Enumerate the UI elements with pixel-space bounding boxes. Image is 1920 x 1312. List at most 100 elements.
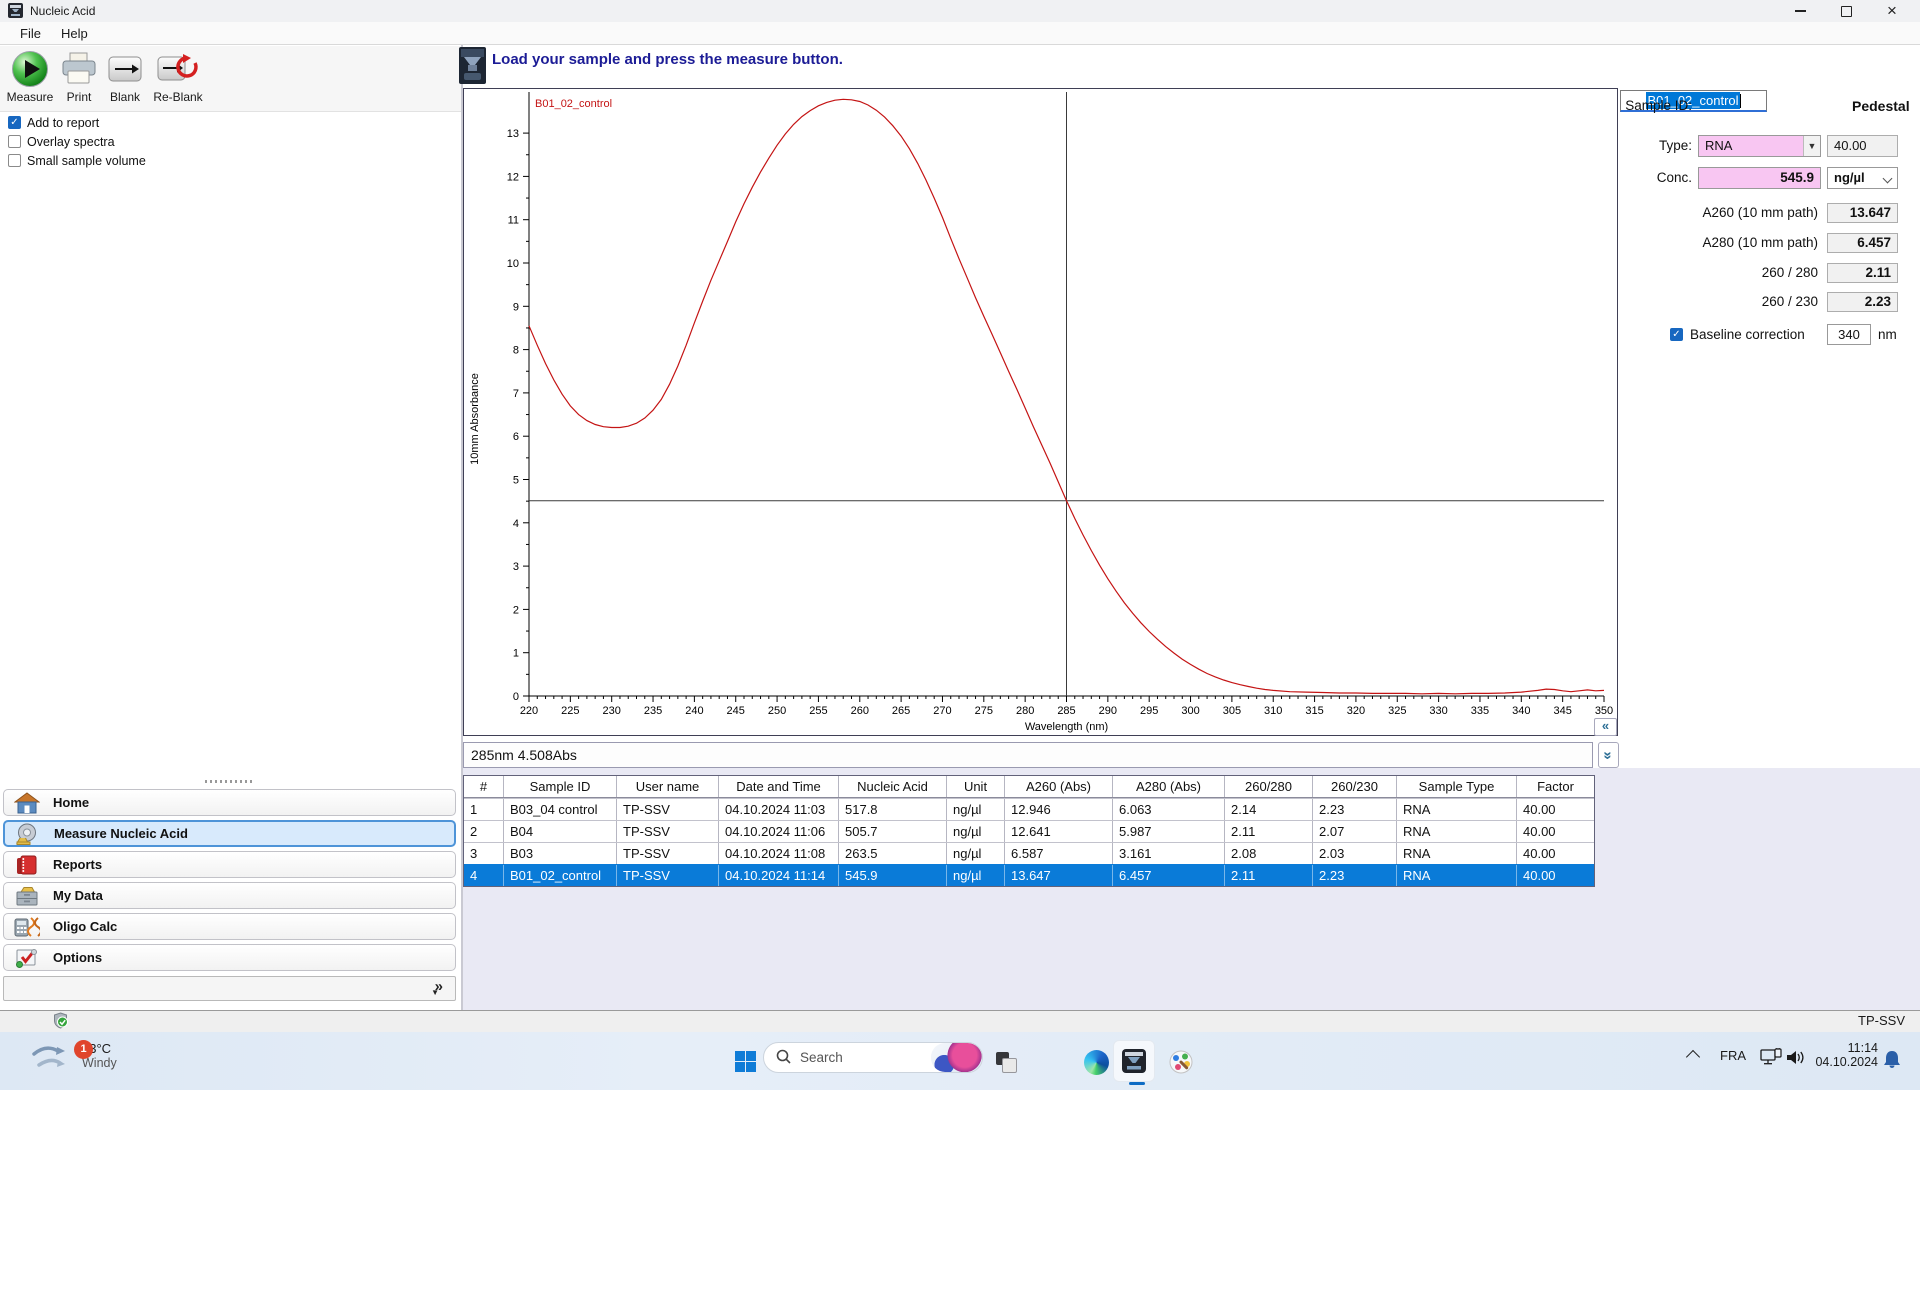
- sidebar-item-label: Options: [53, 950, 103, 965]
- edge-browser-button[interactable]: [1078, 1044, 1114, 1080]
- menu-help[interactable]: Help: [51, 24, 98, 43]
- svg-text:340: 340: [1512, 705, 1530, 717]
- header-cell-sample-type: Sample Type: [1397, 776, 1517, 797]
- checkbox-label: Small sample volume: [27, 153, 146, 168]
- measure-nucleic-acid-icon: [12, 823, 44, 845]
- factor-value: 40.00: [1827, 135, 1898, 157]
- svg-text:250: 250: [768, 705, 786, 717]
- sidebar-item-home[interactable]: Home: [3, 789, 456, 816]
- measure-label: Measure: [6, 90, 54, 104]
- time: 11:14: [1847, 1041, 1878, 1055]
- table-cell: 2.08: [1225, 843, 1313, 864]
- table-cell: 545.9: [839, 865, 947, 886]
- svg-text:320: 320: [1347, 705, 1365, 717]
- checkbox-overlay-spectra[interactable]: Overlay spectra: [8, 132, 146, 151]
- table-cell: 2.23: [1313, 865, 1397, 886]
- nucleic-acid-app-icon: [1122, 1049, 1146, 1073]
- svg-text:10: 10: [507, 258, 519, 270]
- blank-button[interactable]: Blank: [103, 46, 147, 104]
- readout-expand-button[interactable]: »: [1598, 742, 1619, 768]
- print-button[interactable]: Print: [57, 46, 101, 104]
- svg-text:2: 2: [513, 604, 519, 616]
- table-cell: 5.987: [1113, 821, 1225, 842]
- windows-logo-icon: [734, 1050, 756, 1072]
- svg-text:330: 330: [1429, 705, 1447, 717]
- type-dropdown[interactable]: RNA ▼: [1698, 135, 1821, 157]
- table-row[interactable]: 4 B01_02_control TP-SSV 04.10.2024 11:14 545…: [464, 864, 1594, 886]
- close-button[interactable]: ×: [1869, 0, 1915, 22]
- svg-text:240: 240: [685, 705, 703, 717]
- table-cell: 505.7: [839, 821, 947, 842]
- task-view-button[interactable]: [988, 1044, 1024, 1080]
- reblank-button[interactable]: Re-Blank: [149, 46, 207, 104]
- table-cell: TP-SSV: [617, 821, 719, 842]
- svg-text:7: 7: [513, 388, 519, 400]
- svg-text:335: 335: [1471, 705, 1489, 717]
- table-row[interactable]: 1 B03_04 control TP-SSV 04.10.2024 11:03 517…: [464, 798, 1594, 820]
- sidebar-item-options[interactable]: Options: [3, 944, 456, 971]
- sidebar-item-measure-nucleic-acid[interactable]: Measure Nucleic Acid: [3, 820, 456, 847]
- minimize-button[interactable]: [1777, 0, 1823, 22]
- chart-collapse-button[interactable]: «: [1594, 718, 1617, 736]
- sidebar-footer[interactable]: » ▼: [3, 976, 456, 1001]
- conc-label: Conc.: [1656, 170, 1692, 185]
- table-row[interactable]: 2 B04 TP-SSV 04.10.2024 11:06 505.7 ng/µl 12.6…: [464, 820, 1594, 842]
- conc-value: 545.9: [1698, 167, 1821, 189]
- table-cell: 2.14: [1225, 799, 1313, 820]
- sidebar-item-reports[interactable]: Reports: [3, 851, 456, 878]
- notification-bell-icon[interactable]: [1884, 1050, 1900, 1071]
- expand-arrow-icon: ▼: [431, 988, 439, 997]
- svg-text:12: 12: [507, 171, 519, 183]
- task-view-icon: [995, 1051, 1017, 1073]
- restore-button[interactable]: [1823, 0, 1869, 22]
- table-cell: 2.23: [1313, 799, 1397, 820]
- unit-dropdown[interactable]: ng/µl: [1827, 167, 1898, 189]
- table-header-row: # Sample ID User name Date and Time Nucleic …: [464, 776, 1594, 798]
- value-box-260-280: 2.11: [1827, 263, 1898, 283]
- svg-text:280: 280: [1016, 705, 1034, 717]
- reblank-icon: [157, 49, 199, 89]
- start-button[interactable]: [726, 1042, 764, 1080]
- svg-text:6: 6: [513, 431, 519, 443]
- paint-app-button[interactable]: [1163, 1044, 1199, 1080]
- table-cell: TP-SSV: [617, 865, 719, 886]
- sidebar-item-oligo-calc[interactable]: Oligo Calc: [3, 913, 456, 940]
- checkbox-small-sample-volume[interactable]: Small sample volume: [8, 151, 146, 170]
- baseline-wavelength-input[interactable]: 340: [1827, 324, 1871, 345]
- chevron-down-icon: »: [1600, 750, 1617, 760]
- splitter-handle[interactable]: [205, 780, 253, 783]
- search-placeholder: Search: [800, 1050, 843, 1065]
- table-row[interactable]: 3 B03 TP-SSV 04.10.2024 11:08 263.5 ng/µl 6.58…: [464, 842, 1594, 864]
- svg-text:325: 325: [1388, 705, 1406, 717]
- menu-file[interactable]: File: [10, 24, 51, 43]
- menu-bar: File Help: [0, 22, 1920, 45]
- print-label: Print: [66, 90, 92, 104]
- table-cell: 40.00: [1523, 802, 1556, 817]
- wavelength-readout: 285nm 4.508Abs: [463, 742, 1593, 768]
- sidebar-item-label: Reports: [53, 857, 103, 872]
- clock[interactable]: 11:14 04.10.2024: [1778, 1041, 1878, 1069]
- table-cell: 3: [464, 843, 504, 864]
- search-box[interactable]: Search: [763, 1042, 983, 1073]
- sidebar-item-my-data[interactable]: My Data: [3, 882, 456, 909]
- header-cell-: #: [464, 776, 504, 797]
- table-cell: 6.063: [1113, 799, 1225, 820]
- measure-button[interactable]: Measure: [5, 46, 55, 104]
- spectrum-chart[interactable]: 220 225 230 235 240 245 250 255 260 265 270 275 280 2…: [463, 88, 1618, 736]
- table-cell: 3.161: [1113, 843, 1225, 864]
- table-cell: B01_02_control: [504, 865, 617, 886]
- table-cell: ng/µl: [947, 821, 1005, 842]
- nucleic-acid-app-button[interactable]: [1113, 1040, 1155, 1082]
- table-cell: B03: [504, 843, 617, 864]
- header-cell-a280-abs: A280 (Abs): [1113, 776, 1225, 797]
- x-axis-label: Wavelength (nm): [1025, 721, 1108, 733]
- svg-text:220: 220: [520, 705, 538, 717]
- baseline-checkbox[interactable]: ✓: [1670, 328, 1683, 341]
- checkbox-add-to-report[interactable]: ✓ Add to report: [8, 113, 146, 132]
- language-indicator[interactable]: FRA: [1720, 1048, 1746, 1063]
- paint-icon: [1169, 1050, 1193, 1074]
- oligo-calc-icon: [11, 916, 43, 938]
- svg-text:245: 245: [727, 705, 745, 717]
- weather-widget[interactable]: 1 13°C Windy: [30, 1038, 117, 1079]
- reblank-label: Re-Blank: [153, 90, 203, 104]
